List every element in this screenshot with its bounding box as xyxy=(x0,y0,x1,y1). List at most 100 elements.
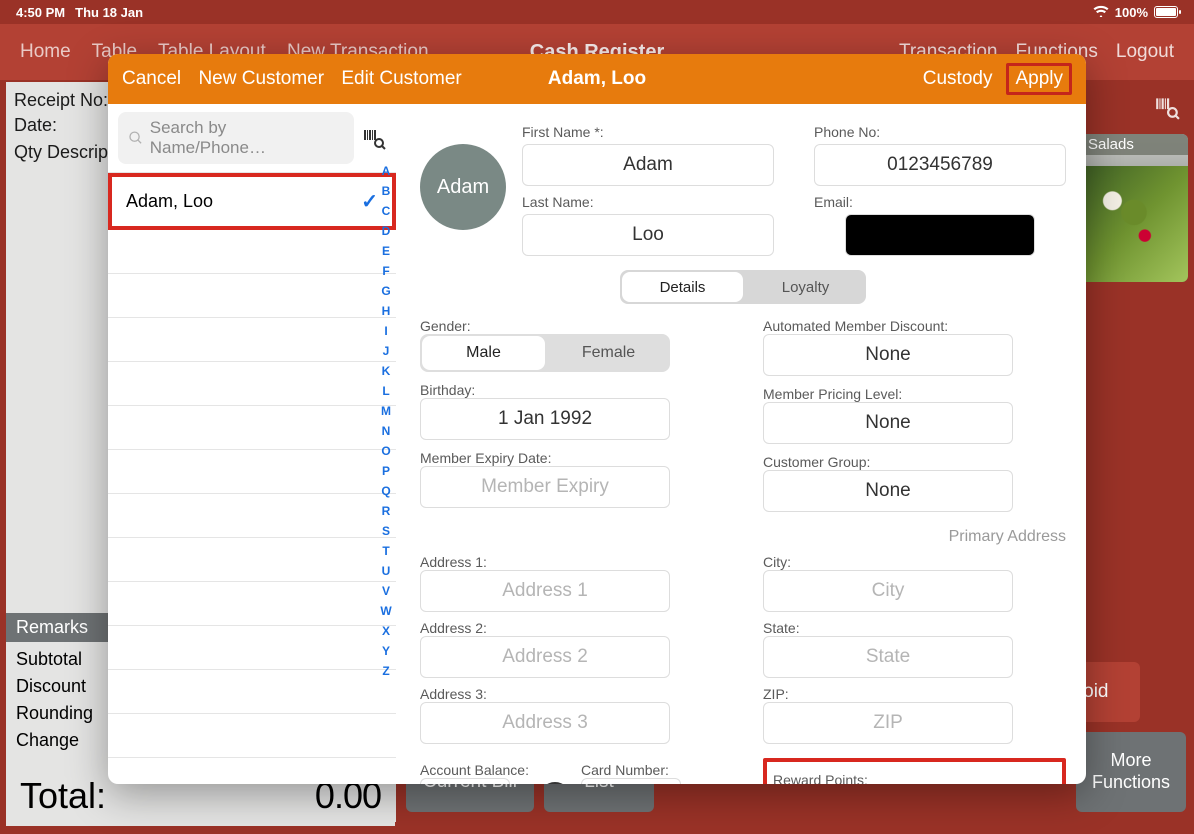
zip-field[interactable]: ZIP xyxy=(763,702,1013,744)
first-name-label: First Name *: xyxy=(522,124,774,140)
az-L[interactable]: L xyxy=(382,384,389,398)
gender-female[interactable]: Female xyxy=(547,334,670,372)
gender-segment[interactable]: Male Female xyxy=(420,334,670,372)
az-T[interactable]: T xyxy=(382,544,389,558)
customer-list: Adam, Loo ✓ xyxy=(108,173,396,758)
reward-label: Reward Points: xyxy=(773,772,1056,784)
acct-bal-label: Account Balance: xyxy=(420,762,529,778)
status-date: Thu 18 Jan xyxy=(75,5,143,20)
list-item xyxy=(108,274,396,318)
az-C[interactable]: C xyxy=(382,204,391,218)
card-barcode-icon[interactable] xyxy=(687,784,711,785)
az-O[interactable]: O xyxy=(381,444,390,458)
list-item xyxy=(108,670,396,714)
last-name-field[interactable]: Loo xyxy=(522,214,774,256)
birthday-field[interactable]: 1 Jan 1992 xyxy=(420,398,670,440)
list-item xyxy=(108,626,396,670)
state-field[interactable]: State xyxy=(763,636,1013,678)
gender-male[interactable]: Male xyxy=(422,336,545,370)
az-J[interactable]: J xyxy=(383,344,390,358)
list-item xyxy=(108,538,396,582)
az-K[interactable]: K xyxy=(382,364,391,378)
modal-title: Adam, Loo xyxy=(548,68,646,90)
battery-percentage: 100% xyxy=(1115,5,1148,20)
az-index[interactable]: A B C D E F G H I J K L M N O P Q R S T … xyxy=(378,160,394,784)
az-M[interactable]: M xyxy=(381,404,391,418)
barcode-search-icon[interactable] xyxy=(1154,94,1180,120)
email-field[interactable] xyxy=(845,214,1035,256)
customer-name: Adam, Loo xyxy=(126,191,213,212)
more-functions-button[interactable]: More Functions xyxy=(1076,732,1186,812)
phone-label: Phone No: xyxy=(814,124,1066,140)
birthday-label: Birthday: xyxy=(420,382,723,398)
first-name-field[interactable]: Adam xyxy=(522,144,774,186)
cancel-button[interactable]: Cancel xyxy=(122,68,181,89)
search-input[interactable]: Search by Name/Phone… xyxy=(118,112,354,164)
auto-discount-field[interactable]: None xyxy=(763,334,1013,376)
zip-label: ZIP: xyxy=(763,686,1066,702)
az-A[interactable]: A xyxy=(382,164,391,178)
nav-logout[interactable]: Logout xyxy=(1116,41,1174,63)
list-item xyxy=(108,230,396,274)
az-H[interactable]: H xyxy=(382,304,391,318)
menu-tile-salads[interactable]: Salads xyxy=(1080,134,1188,282)
az-N[interactable]: N xyxy=(382,424,391,438)
az-Z[interactable]: Z xyxy=(382,664,389,678)
list-item xyxy=(108,406,396,450)
az-U[interactable]: U xyxy=(382,564,391,578)
barcode-scan-icon[interactable] xyxy=(362,126,386,150)
apply-button[interactable]: Apply xyxy=(1006,63,1072,95)
custody-button[interactable]: Custody xyxy=(923,68,993,90)
dollar-icon[interactable]: $ xyxy=(539,782,571,784)
az-R[interactable]: R xyxy=(382,504,391,518)
addr2-field[interactable]: Address 2 xyxy=(420,636,670,678)
search-placeholder: Search by Name/Phone… xyxy=(150,118,344,158)
tab-switch[interactable]: Details Loyalty xyxy=(620,270,866,304)
tab-details[interactable]: Details xyxy=(622,272,743,302)
reward-points-highlight: Reward Points: 15.42 xyxy=(763,758,1066,784)
acct-bal-field[interactable]: 0.00 xyxy=(420,778,510,784)
state-label: State: xyxy=(763,620,1066,636)
battery-icon xyxy=(1154,6,1178,18)
salad-image xyxy=(1080,166,1188,282)
addr3-label: Address 3: xyxy=(420,686,723,702)
az-D[interactable]: D xyxy=(382,224,391,238)
addr1-label: Address 1: xyxy=(420,554,723,570)
az-Q[interactable]: Q xyxy=(381,484,390,498)
pricing-level-field[interactable]: None xyxy=(763,402,1013,444)
az-B[interactable]: B xyxy=(382,184,391,198)
member-expiry-field[interactable]: Member Expiry xyxy=(420,466,670,508)
city-field[interactable]: City xyxy=(763,570,1013,612)
avatar: Adam xyxy=(420,144,506,230)
nav-home[interactable]: Home xyxy=(20,41,71,62)
phone-field[interactable]: 0123456789 xyxy=(814,144,1066,186)
addr3-field[interactable]: Address 3 xyxy=(420,702,670,744)
total-label: Total: xyxy=(20,775,106,817)
more-functions-line2: Functions xyxy=(1092,772,1170,794)
az-G[interactable]: G xyxy=(381,284,390,298)
az-V[interactable]: V xyxy=(382,584,390,598)
az-P[interactable]: P xyxy=(382,464,390,478)
status-bar: 4:50 PM Thu 18 Jan 100% xyxy=(0,0,1194,24)
new-customer-button[interactable]: New Customer xyxy=(198,68,324,89)
list-item xyxy=(108,714,396,758)
az-Y[interactable]: Y xyxy=(382,644,390,658)
az-E[interactable]: E xyxy=(382,244,390,258)
customer-group-field[interactable]: None xyxy=(763,470,1013,512)
az-X[interactable]: X xyxy=(382,624,390,638)
last-name-label: Last Name: xyxy=(522,194,774,210)
email-label: Email: xyxy=(814,194,1066,210)
az-I[interactable]: I xyxy=(384,324,387,338)
card-no-field[interactable]: 12345678 xyxy=(581,778,681,784)
city-label: City: xyxy=(763,554,1066,570)
az-S[interactable]: S xyxy=(382,524,390,538)
customer-row-selected[interactable]: Adam, Loo ✓ xyxy=(108,173,396,230)
gender-label: Gender: xyxy=(420,318,723,334)
tab-loyalty[interactable]: Loyalty xyxy=(745,270,866,304)
edit-customer-button[interactable]: Edit Customer xyxy=(341,68,461,89)
addr1-field[interactable]: Address 1 xyxy=(420,570,670,612)
az-W[interactable]: W xyxy=(380,604,391,618)
customer-group-label: Customer Group: xyxy=(763,454,1066,470)
az-F[interactable]: F xyxy=(382,264,389,278)
customer-list-pane: Search by Name/Phone… Adam, Loo ✓ xyxy=(108,104,396,784)
